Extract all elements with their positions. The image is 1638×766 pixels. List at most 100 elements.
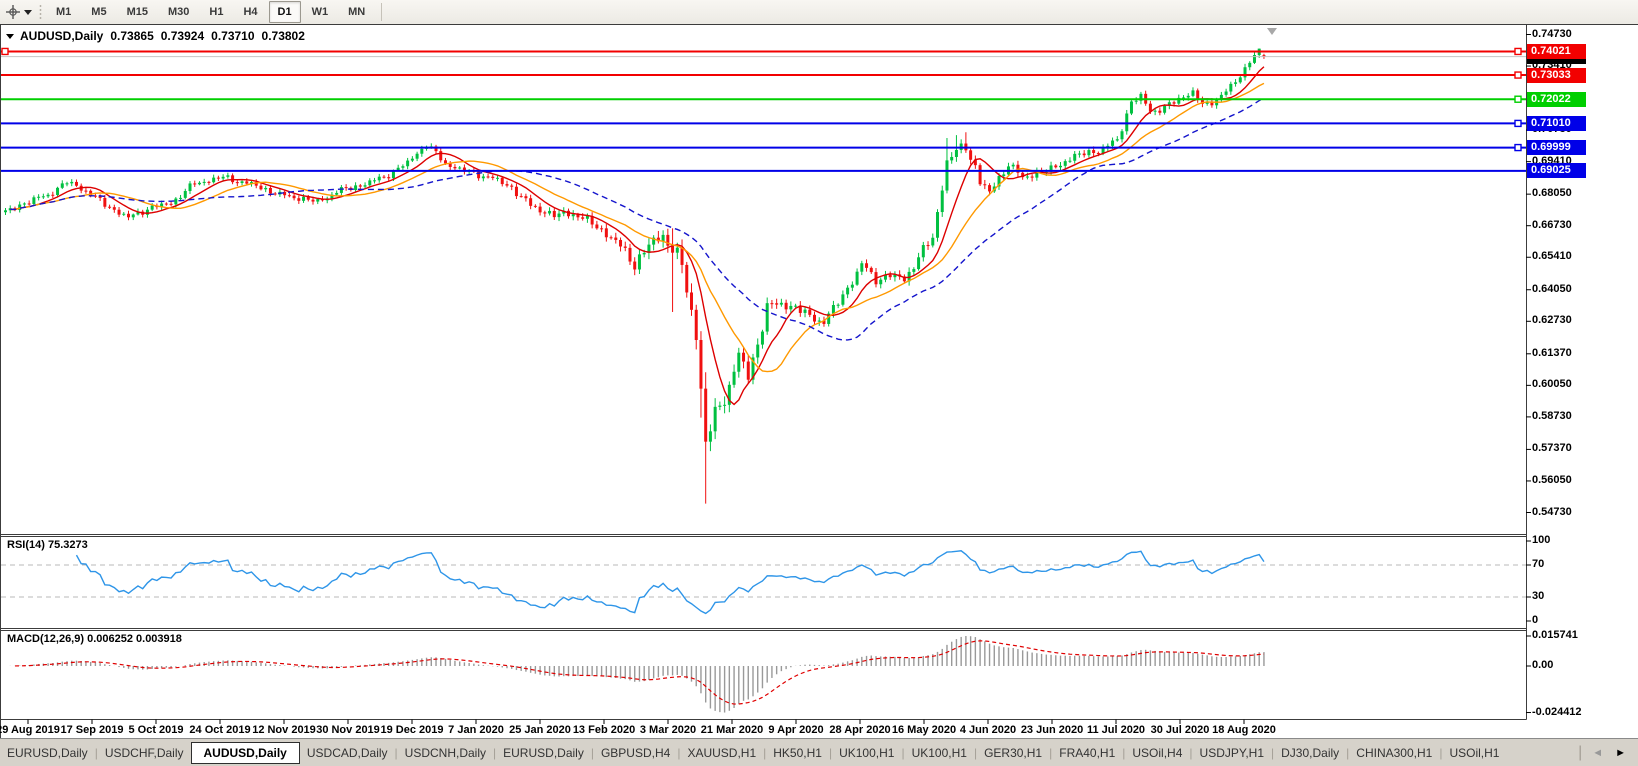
tab-usoil-h4[interactable]: USOil,H4: [1125, 742, 1189, 764]
candlestick-series: [4, 49, 1265, 504]
chart-title: AUDUSD,Daily 0.73865 0.73924 0.73710 0.7…: [6, 29, 312, 43]
hline-handle-icon[interactable]: [1515, 145, 1521, 151]
crosshair-icon: [5, 4, 21, 20]
timeframe-button-h1[interactable]: H1: [200, 1, 232, 23]
date-label: 11 Jul 2020: [1087, 724, 1145, 736]
price-badge-support: 0.71010: [1527, 116, 1586, 131]
mt4-window: M1M5M15M30H1H4D1W1MN AUDUSD,Daily 0.7386…: [0, 0, 1638, 766]
date-label: 17 Sep 2019: [61, 724, 124, 736]
main-chart-svg: [1, 25, 1638, 739]
date-label: 28 Apr 2020: [829, 724, 890, 736]
tab-usdcad-daily[interactable]: USDCAD,Daily: [300, 742, 395, 764]
timeframe-button-h4[interactable]: H4: [234, 1, 266, 23]
tab-usdcnh-daily[interactable]: USDCNH,Daily: [398, 742, 493, 764]
price-tick-label: 0.58730: [1532, 410, 1572, 422]
symbol-dropdown-icon[interactable]: [6, 34, 14, 39]
price-tick-label: 0.66730: [1532, 219, 1572, 231]
toolbar-grip: [39, 4, 42, 20]
price-badge-resistance: 0.74021: [1527, 44, 1586, 59]
timeframe-button-mn[interactable]: MN: [339, 1, 374, 23]
date-label: 13 Feb 2020: [573, 724, 635, 736]
tab-usdjpy-h1[interactable]: USDJPY,H1: [1193, 742, 1271, 764]
tab-audusd-daily[interactable]: AUDUSD,Daily: [191, 742, 300, 764]
hline-handle-icon[interactable]: [1515, 96, 1521, 102]
hline-handle-icon[interactable]: [1515, 120, 1521, 126]
price-tick-label: 0.56050: [1532, 474, 1572, 486]
tab-usoil-h1[interactable]: USOil,H1: [1442, 742, 1506, 764]
price-badge-resistance: 0.73033: [1527, 68, 1586, 83]
tab-scroll-controls: |◄►: [1578, 744, 1638, 762]
timeframe-button-d1[interactable]: D1: [269, 1, 301, 23]
rsi-tick-label: 100: [1532, 534, 1550, 546]
date-label: 12 Nov 2019: [252, 724, 316, 736]
price-tick-label: 0.62730: [1532, 314, 1572, 326]
macd-tick-label: -0.024412: [1532, 706, 1582, 718]
date-label: 18 Aug 2020: [1212, 724, 1276, 736]
price-tick-label: 0.68050: [1532, 187, 1572, 199]
date-label: 25 Jan 2020: [509, 724, 571, 736]
tabs-scroll-left-button[interactable]: ◄: [1586, 747, 1609, 759]
tab-dj30-daily[interactable]: DJ30,Daily: [1274, 742, 1346, 764]
macd-tick-label: 0.00: [1532, 659, 1553, 671]
chart-tab-bar: EURUSD,Daily|USDCHF,DailyAUDUSD,DailyUSD…: [0, 738, 1638, 766]
hline-handle-icon[interactable]: [1515, 48, 1521, 54]
date-label: 16 May 2020: [892, 724, 956, 736]
timeframe-button-m15[interactable]: M15: [118, 1, 157, 23]
timeframe-button-m30[interactable]: M30: [159, 1, 198, 23]
price-tick-label: 0.61370: [1532, 347, 1572, 359]
price-tick-label: 0.65410: [1532, 250, 1572, 262]
price-tick-label: 0.64050: [1532, 283, 1572, 295]
price-tick-label: 0.54730: [1532, 506, 1572, 518]
date-label: 30 Nov 2019: [316, 724, 380, 736]
date-label: 21 Mar 2020: [701, 724, 763, 736]
timeframe-button-m1[interactable]: M1: [47, 1, 80, 23]
tab-eurusd-daily[interactable]: EURUSD,Daily: [0, 742, 95, 764]
ohlc-low: 0.73710: [211, 29, 254, 43]
date-label: 7 Jan 2020: [448, 724, 504, 736]
ohlc-high: 0.73924: [161, 29, 204, 43]
rsi-tick-label: 70: [1532, 558, 1544, 570]
chart-shift-marker-icon[interactable]: [1267, 28, 1277, 35]
toolbar-separator: [381, 3, 382, 21]
timeframe-button-m5[interactable]: M5: [82, 1, 115, 23]
rsi-panel-label: RSI(14) 75.3273: [7, 539, 88, 551]
rsi-tick-label: 30: [1532, 590, 1544, 602]
hline-handle-icon[interactable]: [1515, 72, 1521, 78]
price-badge-support: 0.72022: [1527, 92, 1586, 107]
price-badge-support: 0.69999: [1527, 140, 1586, 155]
tab-fra40-h1[interactable]: FRA40,H1: [1052, 742, 1122, 764]
tab-xauusd-h1[interactable]: XAUUSD,H1: [680, 742, 763, 764]
macd-panel-label: MACD(12,26,9) 0.006252 0.003918: [7, 633, 182, 645]
ohlc-open: 0.73865: [110, 29, 153, 43]
price-tick-label: 0.57370: [1532, 442, 1572, 454]
chevron-down-icon: [24, 10, 32, 15]
chart-tool-button[interactable]: [0, 1, 37, 23]
price-tick-label: 0.60050: [1532, 378, 1572, 390]
date-label: 30 Jul 2020: [1151, 724, 1210, 736]
rsi-tick-label: 0: [1532, 614, 1538, 626]
price-badge-support: 0.69025: [1527, 163, 1586, 178]
tab-ger30-h1[interactable]: GER30,H1: [977, 742, 1049, 764]
tab-gbpusd-h4[interactable]: GBPUSD,H4: [594, 742, 677, 764]
macd-histogram: [6, 636, 1264, 713]
tabs-scroll-right-button[interactable]: ►: [1609, 747, 1632, 759]
tab-uk100-h1[interactable]: UK100,H1: [832, 742, 901, 764]
tab-hk50-h1[interactable]: HK50,H1: [766, 742, 829, 764]
ma-slow-line: [10, 98, 1264, 340]
rsi-line: [76, 551, 1263, 614]
timeframe-toolbar: M1M5M15M30H1H4D1W1MN: [0, 0, 1638, 24]
date-label: 4 Jun 2020: [960, 724, 1016, 736]
macd-tick-label: 0.015741: [1532, 629, 1578, 641]
tab-uk100-h1[interactable]: UK100,H1: [905, 742, 974, 764]
date-label: 24 Oct 2019: [189, 724, 250, 736]
ohlc-close: 0.73802: [262, 29, 305, 43]
date-label: 3 Mar 2020: [640, 724, 696, 736]
hline-handle-icon[interactable]: [2, 48, 8, 54]
date-label: 19 Dec 2019: [381, 724, 444, 736]
timeframe-button-w1[interactable]: W1: [303, 1, 338, 23]
date-label: 23 Jun 2020: [1021, 724, 1083, 736]
ma-medium-line: [10, 83, 1264, 371]
tab-usdchf-daily[interactable]: USDCHF,Daily: [98, 742, 191, 764]
tab-eurusd-daily[interactable]: EURUSD,Daily: [496, 742, 591, 764]
tab-china300-h1[interactable]: CHINA300,H1: [1349, 742, 1439, 764]
